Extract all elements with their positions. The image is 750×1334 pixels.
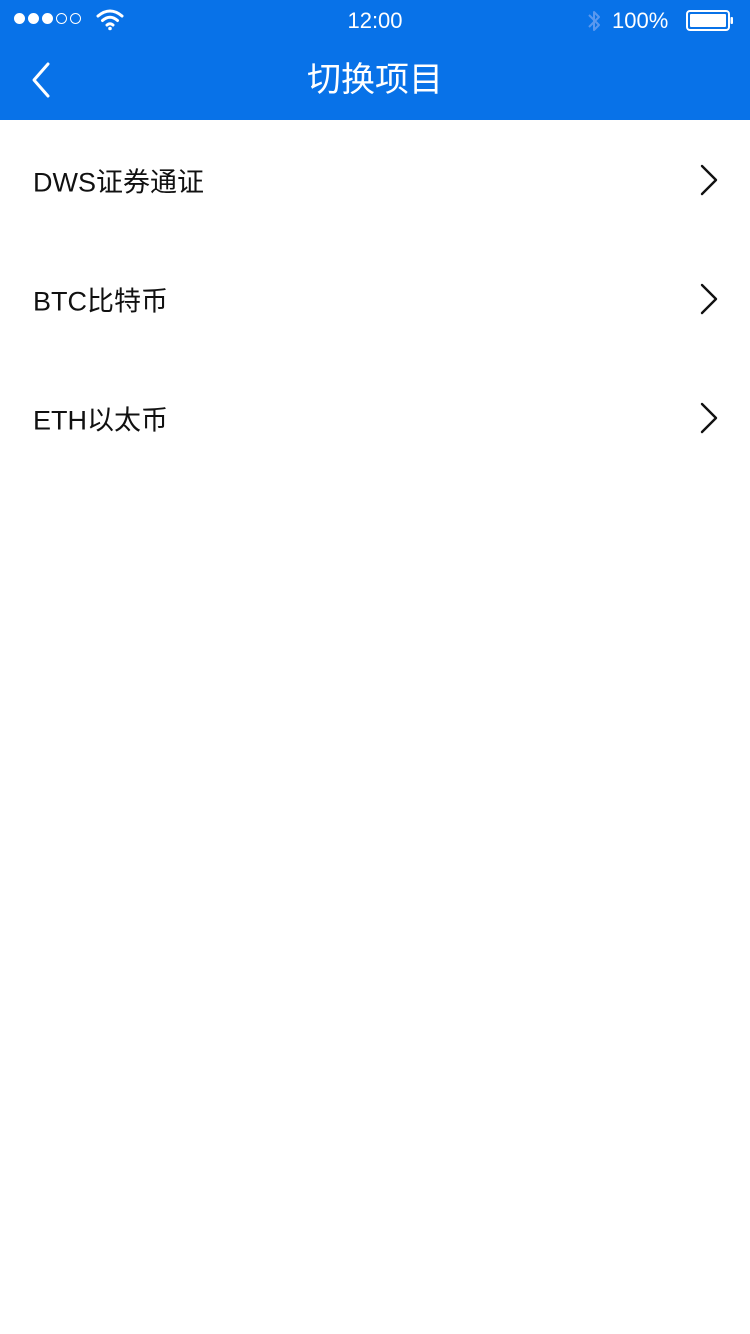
nav-bar: 切换项目 [0, 40, 750, 120]
battery-percentage: 100% [612, 8, 669, 33]
list-item[interactable]: BTC比特币 [0, 239, 750, 358]
list-item-label: ETH以太币 [33, 405, 168, 435]
chevron-right-icon [700, 402, 718, 433]
list-item[interactable]: DWS证券通证 [0, 120, 750, 239]
chevron-left-icon[interactable] [22, 58, 62, 102]
page-title: 切换项目 [307, 61, 443, 99]
list-item[interactable]: ETH以太币 [0, 358, 750, 477]
header: 12:00 100% 切换项目 [0, 0, 750, 120]
bluetooth-icon [588, 11, 600, 31]
list-item-label: BTC比特币 [33, 286, 168, 316]
chevron-right-icon [700, 283, 718, 314]
chevron-right-icon [700, 164, 718, 195]
status-bar: 12:00 100% [0, 0, 750, 40]
battery-icon [686, 10, 733, 31]
list-item-label: DWS证券通证 [33, 167, 204, 197]
project-list: DWS证券通证 BTC比特币 ETH以太币 [0, 120, 750, 477]
